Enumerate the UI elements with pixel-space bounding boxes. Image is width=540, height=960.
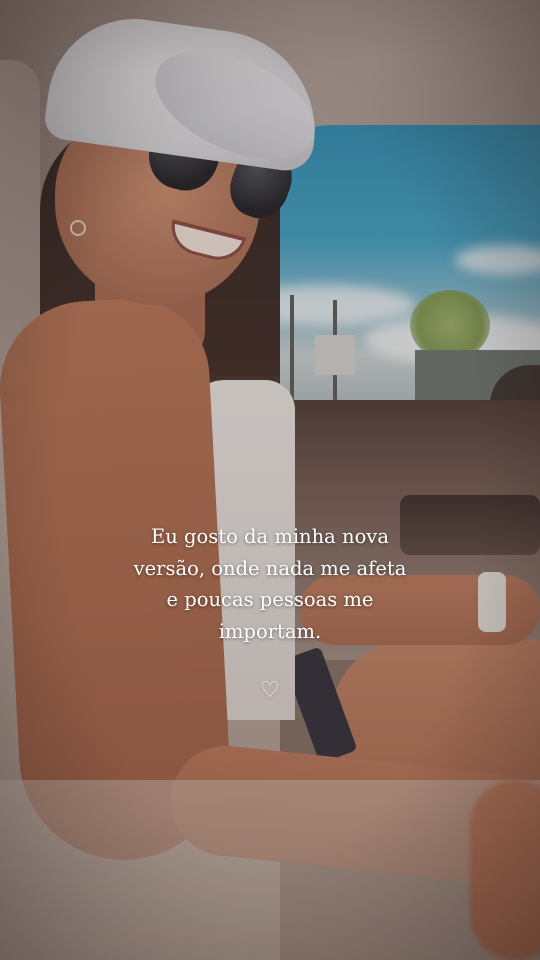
story-photo: Eu gosto da minha nova versão, onde nada… [0, 0, 540, 960]
caption-line: versão, onde nada me afeta [133, 556, 407, 580]
earring [70, 220, 86, 236]
white-heart-icon: ♡ [260, 678, 280, 703]
hand [470, 780, 540, 960]
story-caption: Eu gosto da minha nova versão, onde nada… [90, 521, 450, 647]
caption-line: Eu gosto da minha nova [151, 525, 389, 548]
wristwatch [478, 572, 506, 632]
caption-line: e poucas pessoas me [166, 588, 374, 611]
caption-line: importam. [218, 619, 322, 643]
seat-cushion [0, 780, 540, 960]
